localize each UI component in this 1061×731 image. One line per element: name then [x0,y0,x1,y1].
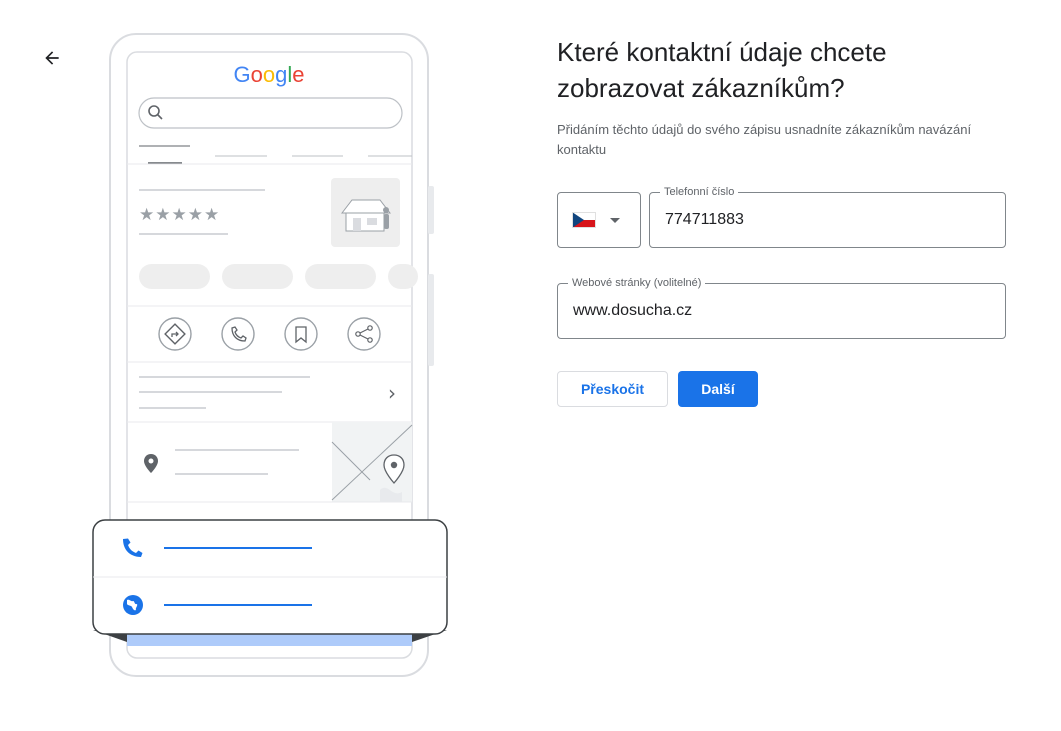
website-label: Webové stránky (volitelné) [568,276,706,290]
website-field[interactable]: Webové stránky (volitelné) [557,276,1006,339]
country-code-select[interactable] [557,192,641,248]
page-title: Které kontaktní údaje chcete zobrazovat … [557,37,887,103]
globe-icon [123,595,143,615]
share-icon [347,317,381,351]
phone-number-field[interactable]: Telefonní číslo [649,185,1006,248]
next-button[interactable]: Další [678,371,758,407]
phone-number-input[interactable] [650,193,1005,247]
phone-number-label: Telefonní číslo [660,185,739,199]
phone-icon [221,317,255,351]
google-logo: Google [233,62,304,87]
back-button[interactable] [38,44,66,72]
mock-search-bar [138,97,403,129]
chevron-down-icon [610,217,620,223]
rating-stars: ★★★★★ [139,205,220,225]
page-subtitle: Přidáním těchto údajů do svého zápisu us… [557,122,972,157]
czech-flag-icon [572,212,596,228]
store-icon [340,199,392,232]
business-profile-mockup: Google ★★★★★ › [92,33,448,677]
directions-icon [158,317,192,351]
bookmark-icon [284,317,318,351]
chevron-right-icon: › [388,381,396,405]
skip-button[interactable]: Přeskočit [557,371,668,407]
phone-illustration: Google ★★★★★ › [90,30,450,680]
website-input[interactable] [558,284,1005,338]
arrow-back-icon [45,51,59,65]
